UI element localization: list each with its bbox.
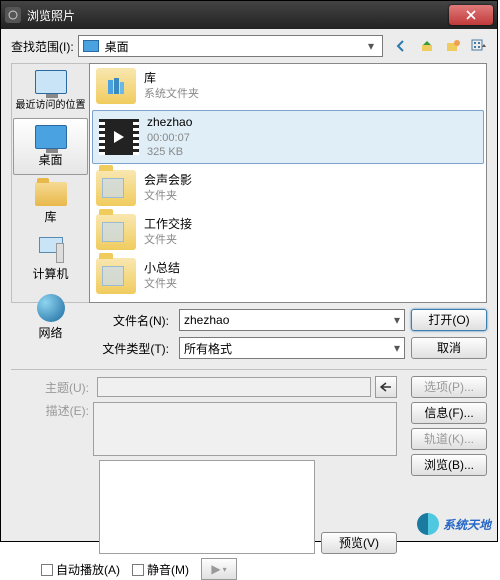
window-title: 浏览照片 xyxy=(27,7,449,24)
file-name: 库 xyxy=(144,71,199,87)
filename-value: zhezhao xyxy=(184,313,229,327)
sidebar-item-network[interactable]: 网络 xyxy=(12,288,89,347)
playback-controls: 自动播放(A) 静音(M) ▶▾ xyxy=(11,558,397,580)
file-type: 文件夹 xyxy=(144,189,192,203)
sidebar-item-libraries[interactable]: 库 xyxy=(12,176,89,231)
lookin-value: 桌面 xyxy=(105,38,129,55)
recent-icon xyxy=(35,70,67,94)
app-icon xyxy=(5,7,21,23)
libraries-icon xyxy=(35,182,67,206)
play-button[interactable]: ▶▾ xyxy=(201,558,237,580)
checkbox-icon xyxy=(132,564,144,576)
video-file-icon xyxy=(99,119,139,155)
preview-button[interactable]: 预览(V) xyxy=(321,532,397,554)
options-button[interactable]: 选项(P)... xyxy=(411,376,487,398)
file-type: 文件夹 xyxy=(144,233,192,247)
desc-label: 描述(E): xyxy=(11,402,89,419)
separator xyxy=(11,369,487,370)
file-name: 小总结 xyxy=(144,261,180,277)
cancel-button[interactable]: 取消 xyxy=(411,337,487,359)
branding-text: 系统天地 xyxy=(443,516,491,533)
sidebar-item-computer[interactable]: 计算机 xyxy=(12,231,89,288)
file-item-gzjh[interactable]: 工作交接 文件夹 xyxy=(90,210,486,254)
description-box xyxy=(93,402,397,456)
back-icon[interactable] xyxy=(393,38,409,54)
places-sidebar: 最近访问的位置 桌面 库 计算机 网络 xyxy=(11,63,89,303)
lookin-combo[interactable]: 桌面 ▾ xyxy=(78,35,383,57)
desktop-icon xyxy=(83,40,99,52)
file-type: 文件夹 xyxy=(144,277,180,291)
folder-icon xyxy=(96,258,136,294)
file-type: 系统文件夹 xyxy=(144,87,199,101)
sidebar-item-desktop[interactable]: 桌面 xyxy=(13,118,88,175)
sidebar-item-label: 计算机 xyxy=(32,265,68,282)
file-item-zhezhao[interactable]: zhezhao 00:00:07 325 KB xyxy=(92,110,484,164)
chevron-down-icon: ▾ xyxy=(394,313,400,327)
lookin-row: 查找范围(I): 桌面 ▾ xyxy=(11,35,487,57)
autoplay-checkbox[interactable]: 自动播放(A) xyxy=(41,561,120,578)
library-folder-icon xyxy=(96,68,136,104)
chevron-down-icon: ▾ xyxy=(394,341,400,355)
file-list[interactable]: 库 系统文件夹 zhezhao 00:00:07 325 KB 会声会影 xyxy=(89,63,487,303)
file-name: 工作交接 xyxy=(144,217,192,233)
file-duration: 00:00:07 xyxy=(147,131,192,145)
track-button[interactable]: 轨道(K)... xyxy=(411,428,487,450)
browse-button[interactable]: 浏览(B)... xyxy=(411,454,487,476)
network-icon xyxy=(37,294,65,322)
subject-input xyxy=(97,377,371,397)
branding: 系统天地 xyxy=(417,513,491,535)
filename-input[interactable]: zhezhao ▾ xyxy=(179,309,405,331)
toolbar xyxy=(393,38,487,54)
file-item-hshy[interactable]: 会声会影 文件夹 xyxy=(90,166,486,210)
mute-checkbox[interactable]: 静音(M) xyxy=(132,561,189,578)
titlebar: 浏览照片 xyxy=(1,1,497,29)
sidebar-item-recent[interactable]: 最近访问的位置 xyxy=(12,64,89,117)
main-row: 最近访问的位置 桌面 库 计算机 网络 xyxy=(11,63,487,303)
file-name: 会声会影 xyxy=(144,173,192,189)
filetype-value: 所有格式 xyxy=(184,340,232,357)
sidebar-item-label: 库 xyxy=(44,208,56,225)
back-arrow-button[interactable] xyxy=(375,376,397,398)
lookin-label: 查找范围(I): xyxy=(11,38,74,55)
sidebar-item-label: 桌面 xyxy=(38,151,62,168)
play-icon: ▶ xyxy=(211,562,220,576)
arrow-left-icon xyxy=(380,382,392,392)
dialog-window: 浏览照片 查找范围(I): 桌面 ▾ 最近访问的位置 xyxy=(0,0,498,542)
close-icon xyxy=(466,10,476,20)
info-button[interactable]: 信息(F)... xyxy=(411,402,487,424)
view-menu-icon[interactable] xyxy=(471,38,487,54)
file-name: zhezhao xyxy=(147,115,192,131)
computer-icon xyxy=(36,237,66,263)
folder-icon xyxy=(96,214,136,250)
checkbox-icon xyxy=(41,564,53,576)
sidebar-item-label: 网络 xyxy=(38,324,62,341)
filename-label: 文件名(N): xyxy=(89,312,169,329)
bottom-section: 主题(U): 描述(E): 预览(V) xyxy=(11,376,487,580)
preview-box xyxy=(99,460,315,554)
chevron-down-icon: ▾ xyxy=(364,39,378,53)
filetype-label: 文件类型(T): xyxy=(89,340,169,357)
dialog-body: 查找范围(I): 桌面 ▾ 最近访问的位置 桌面 xyxy=(1,29,497,541)
globe-icon xyxy=(417,513,439,535)
filetype-select[interactable]: 所有格式 ▾ xyxy=(179,337,405,359)
file-size: 325 KB xyxy=(147,145,192,159)
file-item-libraries[interactable]: 库 系统文件夹 xyxy=(90,64,486,108)
close-button[interactable] xyxy=(449,5,493,25)
up-icon[interactable] xyxy=(419,38,435,54)
new-folder-icon[interactable] xyxy=(445,38,461,54)
desktop-icon xyxy=(35,125,67,149)
file-item-xzj[interactable]: 小总结 文件夹 xyxy=(90,254,486,298)
sidebar-item-label: 最近访问的位置 xyxy=(16,96,86,111)
subject-label: 主题(U): xyxy=(11,379,89,396)
open-button[interactable]: 打开(O) xyxy=(411,309,487,331)
folder-icon xyxy=(96,170,136,206)
